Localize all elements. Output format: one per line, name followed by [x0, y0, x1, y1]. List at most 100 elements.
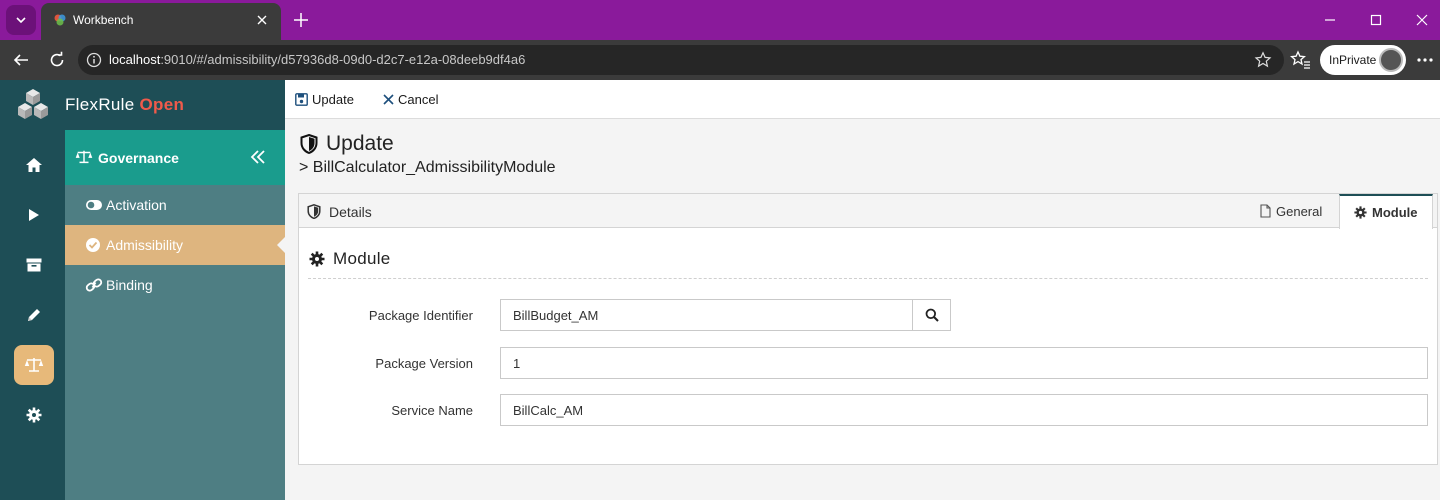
package-version-input[interactable]: [500, 347, 1428, 379]
toggle-icon: [86, 200, 102, 210]
toolbar: Update Cancel: [285, 80, 1440, 119]
brand-header: FlexRule Open: [0, 80, 285, 130]
browser-tab[interactable]: Workbench: [41, 3, 281, 40]
back-button[interactable]: [10, 49, 32, 71]
tab-label: General: [1276, 203, 1323, 219]
url-field[interactable]: localhost:9010/#/admissibility/d57936d8-…: [78, 45, 1284, 75]
page-title: Update: [300, 132, 394, 156]
package-version-label: Package Version: [375, 356, 473, 371]
url-path: :9010/#/admissibility/d57936d8-09d0-d2c7…: [160, 52, 526, 67]
rail-governance-button[interactable]: [14, 345, 54, 385]
brand-suffix: Open: [139, 95, 185, 114]
gear-icon: [1354, 206, 1367, 219]
new-tab-button[interactable]: [290, 9, 312, 31]
active-indicator: [277, 237, 285, 253]
pencil-icon: [28, 309, 40, 321]
link-icon: [85, 278, 103, 292]
sidebar-item-label: Binding: [106, 277, 153, 293]
home-icon: [26, 158, 42, 172]
check-circle-icon: [86, 238, 100, 252]
breadcrumb: > BillCalculator_AdmissibilityModule: [299, 159, 556, 176]
file-icon: [1260, 204, 1271, 218]
sidebar-item-admissibility[interactable]: Admissibility: [65, 225, 285, 265]
reload-icon: [50, 51, 64, 67]
section-title: Module: [309, 249, 391, 269]
browser-tab-bar: Workbench: [0, 0, 1440, 40]
close-window-button[interactable]: [1412, 10, 1432, 30]
shield-icon: [300, 134, 318, 154]
browser-address-bar: localhost:9010/#/admissibility/d57936d8-…: [0, 40, 1440, 80]
avatar: [1379, 48, 1403, 72]
rail-edit-button[interactable]: [14, 295, 54, 335]
arrow-left-icon: [13, 54, 28, 66]
service-name-input[interactable]: [500, 394, 1428, 426]
flexrule-logo-icon: [18, 89, 48, 119]
app-window: FlexRule Open Governance Activation Admi…: [0, 80, 1440, 500]
more-options-button[interactable]: [1414, 49, 1436, 71]
close-icon: [1416, 14, 1428, 26]
brand-name: FlexRule: [65, 95, 135, 114]
panel-title: Details: [329, 204, 372, 220]
archive-icon: [26, 258, 42, 272]
update-label: Update: [312, 91, 354, 107]
sidebar-item-label: Admissibility: [106, 237, 184, 253]
gear-icon: [309, 251, 325, 267]
cancel-button[interactable]: Cancel: [383, 90, 438, 108]
icon-rail: [0, 80, 65, 500]
search-icon: [925, 308, 939, 322]
sidebar-item-binding[interactable]: Binding: [65, 265, 285, 305]
sidebar-item-activation[interactable]: Activation: [65, 185, 285, 225]
close-tab-button[interactable]: [253, 11, 271, 29]
tab-module[interactable]: Module: [1339, 194, 1433, 229]
rail-run-button[interactable]: [14, 195, 54, 235]
section-divider: [308, 278, 1428, 279]
section-title-text: Module: [333, 249, 391, 268]
details-panel: Details General Module Module Package Id…: [298, 193, 1438, 465]
governance-subnav: Governance Activation Admissibility Bind…: [65, 130, 285, 500]
url-host: localhost: [109, 52, 161, 67]
scale-icon: [75, 150, 93, 164]
package-identifier-input[interactable]: [500, 299, 913, 331]
chevron-down-icon: [16, 17, 26, 24]
cancel-label: Cancel: [398, 91, 439, 107]
sidebar-item-label: Activation: [106, 197, 167, 213]
brand-title: FlexRule Open: [65, 95, 184, 115]
close-icon: [257, 15, 267, 25]
panel-header: Details General Module: [299, 194, 1437, 229]
info-icon[interactable]: [86, 52, 102, 68]
package-search-button[interactable]: [912, 299, 951, 331]
minimize-icon: [1325, 19, 1335, 21]
close-icon: [383, 93, 394, 105]
rail-archive-button[interactable]: [14, 245, 54, 285]
tab-title: Workbench: [73, 13, 134, 27]
favorites-icon[interactable]: [1289, 49, 1311, 71]
minimize-button[interactable]: [1320, 10, 1340, 30]
reload-button[interactable]: [46, 49, 68, 71]
rail-home-button[interactable]: [14, 145, 54, 185]
tab-general[interactable]: General: [1246, 194, 1336, 228]
maximize-button[interactable]: [1366, 10, 1386, 30]
tab-label: Module: [1372, 205, 1418, 220]
subnav-header: Governance: [65, 130, 285, 185]
subnav-title: Governance: [98, 150, 179, 166]
double-chevron-left-icon[interactable]: [249, 149, 267, 165]
maximize-icon: [1370, 14, 1382, 26]
scale-icon: [24, 358, 44, 372]
inprivate-label: InPrivate: [1329, 53, 1377, 67]
plus-icon: [294, 13, 308, 27]
play-icon: [29, 209, 39, 221]
update-button[interactable]: Update: [295, 90, 354, 108]
rail-settings-button[interactable]: [14, 395, 54, 435]
more-horizontal-icon: [1417, 58, 1433, 62]
main-content: Update Cancel Update > BillCalculator_Ad…: [285, 80, 1440, 500]
service-name-label: Service Name: [391, 403, 473, 418]
star-icon[interactable]: [1254, 51, 1272, 69]
inprivate-button[interactable]: InPrivate: [1320, 45, 1406, 75]
package-identifier-label: Package Identifier: [368, 308, 473, 323]
gear-icon: [26, 407, 42, 423]
save-icon: [295, 92, 308, 106]
workbench-favicon-icon: [54, 14, 66, 26]
page-title-text: Update: [326, 132, 394, 155]
shield-icon: [307, 204, 321, 219]
tab-actions-button[interactable]: [6, 5, 36, 35]
